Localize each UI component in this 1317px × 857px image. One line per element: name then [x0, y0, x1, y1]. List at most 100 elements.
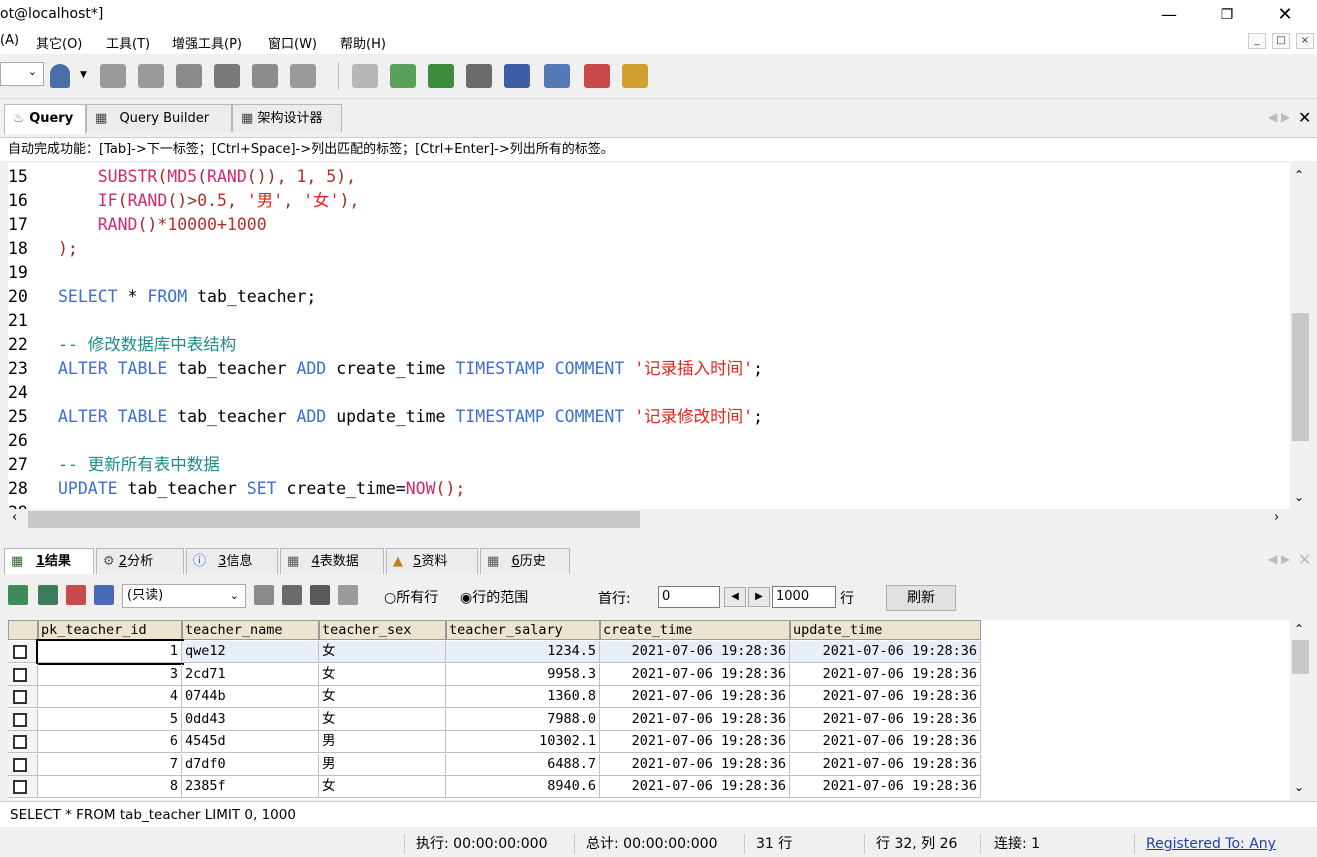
grid-cell[interactable]: 2021-07-06 19:28:36	[790, 753, 981, 776]
schema-icon[interactable]	[504, 64, 530, 88]
mdi-restore-button[interactable]: □	[1272, 33, 1290, 49]
column-header[interactable]: update_time	[790, 620, 981, 640]
grid-cell[interactable]: 10302.1	[446, 731, 600, 753]
grid-cell[interactable]: 6488.7	[446, 753, 600, 776]
trash-icon[interactable]	[310, 585, 330, 605]
close-tab-icon[interactable]: ✕	[1298, 108, 1311, 127]
designer-icon[interactable]	[622, 64, 648, 88]
insert-row-icon[interactable]	[8, 585, 28, 605]
row-checkbox[interactable]	[13, 667, 27, 682]
refresh-button[interactable]: 刷新	[886, 585, 956, 611]
scroll-left-icon[interactable]: ‹	[12, 510, 17, 525]
grid-cell[interactable]: 女	[319, 663, 446, 686]
tab-analysis[interactable]: ⚙ 2分析	[96, 548, 184, 574]
editor-vertical-scroll-thumb[interactable]	[1292, 313, 1309, 441]
grid-cell[interactable]: qwe12	[182, 641, 319, 663]
grid-cell[interactable]: 1360.8	[446, 686, 600, 708]
next-page-button[interactable]: ▶	[748, 587, 770, 607]
grid-cell[interactable]: 7988.0	[446, 708, 600, 731]
new-table-icon[interactable]	[138, 64, 164, 88]
readonly-mode-select[interactable]: (只读) ⌄	[122, 584, 246, 608]
grid-cell[interactable]: 2021-07-06 19:28:36	[600, 753, 790, 776]
grid-cell[interactable]: 2021-07-06 19:28:36	[600, 641, 790, 663]
report-icon[interactable]	[584, 64, 610, 88]
menu-item-a[interactable]: (A)	[0, 33, 19, 48]
grid-cell[interactable]: 女	[319, 686, 446, 708]
menu-item-powertools[interactable]: 增强工具(P)	[172, 33, 242, 52]
grid-cell[interactable]: 男	[319, 753, 446, 776]
grid-cell[interactable]: 女	[319, 641, 446, 663]
sync-icon[interactable]	[428, 64, 454, 88]
grid-cell[interactable]: 3	[38, 663, 182, 686]
grid-cell[interactable]: 2021-07-06 19:28:36	[600, 731, 790, 753]
prev-page-button[interactable]: ◀	[724, 587, 746, 607]
row-checkbox[interactable]	[13, 780, 27, 794]
editor-horizontal-scroll-thumb[interactable]	[28, 511, 640, 528]
tab-info[interactable]: ⓘ 3信息	[186, 548, 278, 574]
mdi-minimize-button[interactable]: _	[1248, 33, 1266, 49]
sql-editor[interactable]: 15 SUBSTR(MD5(RAND()), 1, 5), 16 IF(RAND…	[8, 163, 1290, 509]
tab-schema-designer[interactable]: ▦ 架构设计器	[232, 104, 342, 132]
grid-cell[interactable]: 2021-07-06 19:28:36	[790, 641, 981, 663]
menu-item-tools[interactable]: 工具(T)	[106, 33, 150, 52]
row-checkbox[interactable]	[13, 690, 27, 704]
save-row-icon[interactable]	[38, 585, 58, 605]
grid-vertical-scroll-thumb[interactable]	[1292, 640, 1309, 674]
registered-link[interactable]: Registered To: Any	[1146, 831, 1276, 857]
row-checkbox[interactable]	[13, 712, 27, 727]
scroll-down-icon[interactable]: ⌄	[1294, 490, 1304, 504]
first-row-input[interactable]: 0	[658, 586, 720, 608]
grid-cell[interactable]: 9958.3	[446, 663, 600, 686]
grid-cell[interactable]: 1	[36, 639, 184, 665]
grid-cell[interactable]: 2021-07-06 19:28:36	[790, 686, 981, 708]
cancel-changes-icon[interactable]	[338, 585, 358, 605]
export-icon[interactable]	[254, 585, 274, 605]
row-count-input[interactable]: 1000	[772, 586, 836, 608]
row-checkbox[interactable]	[13, 735, 27, 749]
grid-cell[interactable]: 2021-07-06 19:28:36	[790, 731, 981, 753]
tab-scroll-arrows[interactable]: ◀ ▶	[1268, 110, 1290, 124]
monitor-icon[interactable]	[544, 64, 570, 88]
grid-cell[interactable]: 女	[319, 708, 446, 731]
save-icon[interactable]	[282, 585, 302, 605]
column-header[interactable]: create_time	[600, 620, 790, 640]
backup-icon[interactable]	[176, 64, 202, 88]
close-button[interactable]: ✕	[1262, 0, 1308, 30]
minimize-button[interactable]: —	[1146, 0, 1192, 30]
column-header[interactable]: pk_teacher_id	[38, 620, 182, 640]
table-data-icon[interactable]	[214, 64, 240, 88]
grid-cell[interactable]: 8940.6	[446, 776, 600, 798]
tab-history[interactable]: ▦ 6历史	[480, 548, 570, 574]
restore-button[interactable]: ❐	[1204, 0, 1250, 30]
grid-cell[interactable]: 2021-07-06 19:28:36	[790, 708, 981, 731]
grid-cell[interactable]: 2021-07-06 19:28:36	[600, 663, 790, 686]
chevron-down-icon[interactable]: ▼	[80, 70, 87, 80]
scroll-up-icon[interactable]: ⌃	[1294, 168, 1304, 182]
radio-all-rows[interactable]: ○所有行	[384, 587, 438, 607]
column-header[interactable]: teacher_name	[182, 620, 319, 640]
column-header[interactable]: teacher_salary	[446, 620, 600, 640]
execute-icon[interactable]	[352, 64, 378, 88]
grid-cell[interactable]: 8	[38, 776, 182, 798]
grid-cell[interactable]: 男	[319, 731, 446, 753]
close-result-tab-icon[interactable]: ✕	[1298, 550, 1311, 569]
grid-cell[interactable]: 2021-07-06 19:28:36	[790, 776, 981, 798]
grid-cell[interactable]: 2385f	[182, 776, 319, 798]
scroll-right-icon[interactable]: ›	[1274, 510, 1279, 525]
grid-cell[interactable]: 0dd43	[182, 708, 319, 731]
mdi-close-button[interactable]: ×	[1296, 33, 1314, 49]
grid-cell[interactable]: 女	[319, 776, 446, 798]
column-header[interactable]: teacher_sex	[319, 620, 446, 640]
menu-item-help[interactable]: 帮助(H)	[340, 33, 386, 52]
grid-cell[interactable]: 2021-07-06 19:28:36	[600, 708, 790, 731]
grid-cell[interactable]: 2021-07-06 19:28:36	[600, 686, 790, 708]
delete-row-icon[interactable]	[66, 585, 86, 605]
grid-cell[interactable]: d7df0	[182, 753, 319, 776]
table-view-icon[interactable]	[252, 64, 278, 88]
menu-item-other[interactable]: 其它(O)	[36, 33, 82, 52]
grid-cell[interactable]: 4	[38, 686, 182, 708]
scroll-down-icon[interactable]: ⌄	[1294, 780, 1304, 794]
grid-cell[interactable]: 0744b	[182, 686, 319, 708]
import-icon[interactable]	[390, 64, 416, 88]
scroll-up-icon[interactable]: ⌃	[1294, 622, 1304, 636]
